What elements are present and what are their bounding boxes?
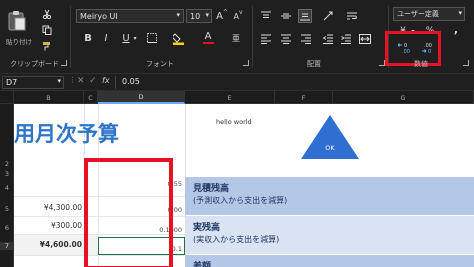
align-center-icon[interactable] — [280, 33, 292, 45]
phonetic-icon[interactable]: 亜 — [228, 31, 244, 45]
number-highlight-box — [385, 31, 441, 66]
ribbon: 貼り付け クリップボード Meiryo UI ▾ 10 ▾ A ^ Av B I … — [0, 0, 474, 74]
sheet-title: 用月次予算 — [14, 122, 119, 146]
wrap-text-icon[interactable] — [346, 10, 358, 22]
font-color-icon[interactable]: A — [202, 31, 214, 45]
italic-button[interactable]: I — [100, 32, 112, 44]
underline-button[interactable]: U — [120, 32, 132, 44]
row-header-7[interactable]: 7 — [0, 242, 14, 250]
font-size-value: 10 — [190, 12, 201, 21]
chevron-down-icon: ▾ — [57, 77, 61, 85]
hello-text: hello world — [216, 118, 252, 126]
separator — [252, 6, 253, 68]
formula-bar: D7 ▾ ⋮ ✕ ✓ fx 0.05 — [0, 74, 474, 91]
number-format-dropdown[interactable]: ユーザー定義 ▾ — [393, 7, 465, 21]
cut-icon[interactable] — [40, 8, 54, 20]
clipboard-launcher-icon[interactable] — [61, 60, 67, 66]
enter-icon[interactable]: ✓ — [89, 76, 97, 86]
difference-title: 差額 — [193, 262, 212, 267]
clipboard-group-label: クリップボード — [10, 60, 59, 68]
font-name-dropdown[interactable]: Meiryo UI ▾ — [76, 9, 184, 23]
name-box[interactable]: D7 ▾ — [2, 76, 64, 89]
insert-function-button[interactable]: fx — [102, 76, 110, 85]
more-icon: ⋮ — [69, 76, 76, 84]
column-header-c[interactable]: C — [84, 91, 98, 104]
row-header-3[interactable]: 3 — [0, 170, 14, 178]
merge-center-icon[interactable] — [358, 33, 372, 45]
paste-label[interactable]: 貼り付け — [6, 36, 32, 46]
actual-balance-title: 実残高 — [193, 223, 221, 233]
chevron-down-icon: ▾ — [205, 11, 209, 19]
column-header-g[interactable]: G — [333, 91, 474, 104]
align-middle-icon[interactable] — [280, 10, 292, 22]
difference-band: 差額 — [185, 255, 474, 267]
separator — [70, 6, 71, 68]
font-launcher-icon[interactable] — [243, 60, 249, 66]
increase-indent-icon[interactable] — [340, 33, 352, 45]
comma-style-button[interactable]: , — [450, 23, 462, 36]
decrease-indent-icon[interactable] — [322, 33, 334, 45]
number-launcher-icon[interactable] — [463, 60, 469, 66]
chevron-down-icon: ▾ — [458, 9, 462, 17]
column-header-e[interactable]: E — [185, 91, 275, 104]
format-painter-icon[interactable] — [40, 40, 54, 52]
estimated-balance-band: 見積残高 (予測収入から支出を減算) — [185, 177, 474, 215]
font-name-value: Meiryo UI — [80, 12, 118, 21]
worksheet[interactable]: 用月次予算 hello world OK 0.55 0.00 0.1000 0.… — [14, 104, 474, 267]
cell-b6[interactable]: ¥300.00 — [14, 221, 82, 230]
estimated-balance-sub: (予測収入から支出を減算) — [193, 196, 288, 205]
increase-font-size-icon[interactable]: A ^ — [216, 9, 228, 23]
align-right-icon[interactable] — [300, 33, 312, 45]
chevron-down-icon: ▾ — [176, 11, 180, 19]
column-headers: B C D E F G — [0, 91, 474, 104]
ok-shape-label: OK — [325, 144, 335, 152]
ok-triangle-shape[interactable]: OK — [300, 114, 360, 160]
cell-b7[interactable]: ¥4,600.00 — [14, 240, 82, 249]
font-group-label: フォント — [146, 60, 174, 68]
row-header-2[interactable]: 2 — [0, 160, 14, 168]
column-header-b[interactable]: B — [14, 91, 84, 104]
align-left-icon[interactable] — [260, 33, 272, 45]
name-box-value: D7 — [6, 78, 18, 87]
actual-balance-band: 実残高 (実収入から支出を減算) — [185, 216, 474, 254]
decrease-font-size-icon[interactable]: Av — [232, 9, 244, 23]
formula-separator — [115, 76, 116, 89]
column-header-f[interactable]: F — [275, 91, 333, 104]
estimated-balance-title: 見積残高 — [193, 184, 230, 194]
number-group-label: 数値 — [414, 60, 428, 68]
cell-highlight-box — [84, 158, 173, 267]
bold-button[interactable]: B — [82, 32, 94, 44]
number-format-value: ユーザー定義 — [397, 10, 439, 18]
row-header-6[interactable]: 6 — [0, 224, 14, 232]
align-top-icon[interactable] — [260, 10, 272, 22]
column-header-d[interactable]: D — [98, 91, 185, 104]
orientation-icon[interactable] — [322, 10, 334, 22]
actual-balance-sub: (実収入から支出を減算) — [193, 235, 280, 244]
formula-input[interactable]: 0.05 — [122, 77, 140, 86]
borders-icon[interactable] — [146, 32, 158, 44]
row-headers: 2 3 4 5 6 7 — [0, 104, 14, 267]
chevron-down-icon[interactable]: ▾ — [132, 32, 138, 44]
row-header-5[interactable]: 5 — [0, 205, 14, 213]
select-all-corner[interactable] — [0, 91, 14, 104]
cancel-icon[interactable]: ✕ — [77, 76, 85, 86]
font-size-dropdown[interactable]: 10 ▾ — [186, 9, 212, 23]
align-bottom-icon[interactable] — [298, 9, 312, 23]
fill-color-icon[interactable] — [172, 31, 184, 45]
alignment-group-label: 配置 — [307, 60, 321, 68]
row-header-4[interactable]: 4 — [0, 184, 14, 192]
paste-icon[interactable] — [6, 8, 28, 34]
cell-b5[interactable]: ¥4,300.00 — [14, 203, 82, 212]
copy-icon[interactable] — [40, 24, 54, 36]
